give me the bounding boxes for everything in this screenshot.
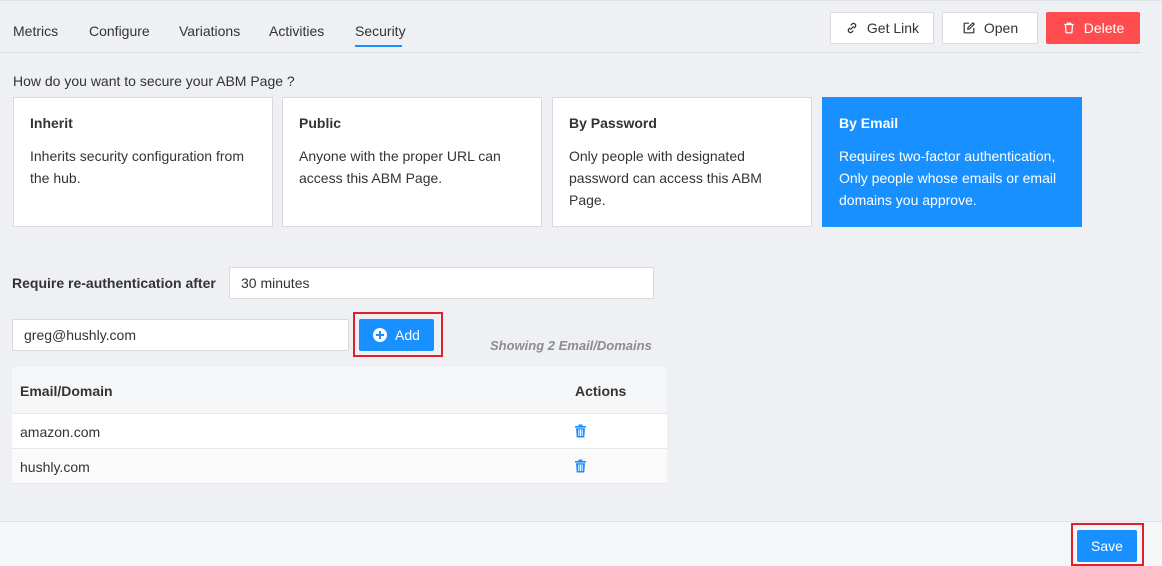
reauth-select[interactable]: 30 minutes [229, 267, 654, 299]
column-header-email-domain: Email/Domain [20, 383, 113, 399]
add-button[interactable]: Add [359, 319, 434, 351]
add-label: Add [395, 327, 420, 343]
reauth-label: Require re-authentication after [12, 275, 216, 291]
table-row: amazon.com [12, 414, 667, 449]
tab-security[interactable]: Security [355, 23, 406, 39]
trash-icon[interactable] [574, 459, 587, 473]
tab-variations[interactable]: Variations [179, 23, 240, 39]
option-description: Only people with designated password can… [569, 148, 762, 208]
security-panel: Metrics Configure Variations Activities … [0, 0, 1162, 566]
table-header: Email/Domain Actions [12, 367, 667, 414]
get-link-button[interactable]: Get Link [830, 12, 934, 44]
table-row: hushly.com [12, 449, 667, 484]
tab-activities[interactable]: Activities [269, 23, 324, 39]
option-title: By Password [569, 115, 657, 131]
delete-button[interactable]: Delete [1046, 12, 1140, 44]
trash-icon[interactable] [574, 424, 587, 438]
email-domain-table: Email/Domain Actions amazon.com hushly.c… [12, 367, 667, 484]
edit-icon [963, 22, 975, 34]
showing-count: Showing 2 Email/Domains [490, 338, 652, 353]
open-label: Open [983, 20, 1019, 36]
delete-label: Delete [1083, 20, 1125, 36]
delete-icon [1063, 22, 1074, 34]
footer-bar [0, 521, 1162, 566]
active-tab-indicator [355, 45, 402, 47]
option-title: By Email [839, 115, 899, 131]
option-description: Requires two-factor authentication, Only… [839, 148, 1057, 208]
security-question: How do you want to secure your ABM Page … [13, 73, 295, 89]
option-description: Anyone with the proper URL can access th… [299, 148, 501, 186]
save-button[interactable]: Save [1077, 530, 1137, 562]
email-input[interactable]: greg@hushly.com [12, 319, 349, 351]
option-description: Inherits security configuration from the… [30, 148, 244, 186]
tab-configure[interactable]: Configure [89, 23, 150, 39]
plus-circle-icon [373, 328, 388, 342]
tab-metrics[interactable]: Metrics [13, 23, 58, 39]
column-header-actions: Actions [575, 383, 627, 399]
domain-cell: amazon.com [20, 424, 101, 440]
option-title: Inherit [30, 115, 73, 131]
open-button[interactable]: Open [942, 12, 1038, 44]
link-icon [847, 22, 857, 34]
get-link-label: Get Link [866, 20, 920, 36]
option-public-card[interactable]: Public Anyone with the proper URL can ac… [282, 97, 542, 227]
option-title: Public [299, 115, 342, 131]
option-inherit-card[interactable]: Inherit Inherits security configuration … [13, 97, 273, 227]
option-password-card[interactable]: By Password Only people with designated … [552, 97, 812, 227]
option-email-card[interactable]: By Email Requires two-factor authenticat… [822, 97, 1082, 227]
domain-cell: hushly.com [20, 459, 90, 475]
